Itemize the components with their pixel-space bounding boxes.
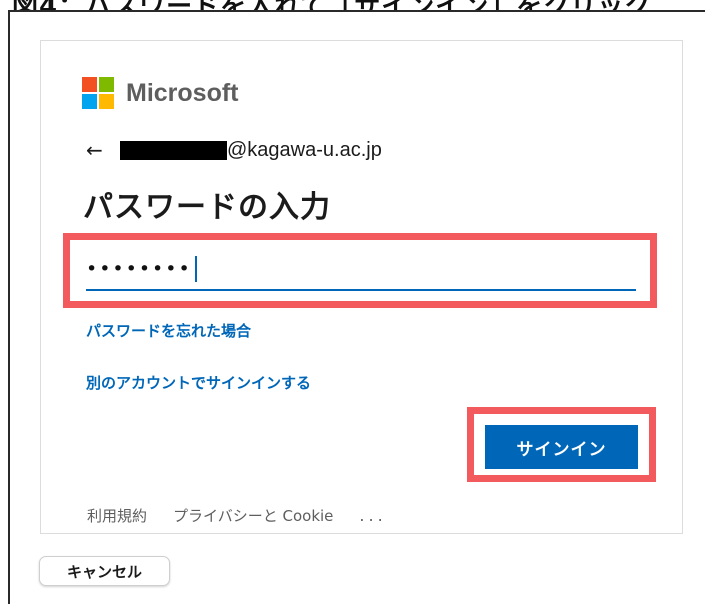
email-domain: @kagawa-u.ac.jp [227,138,382,161]
microsoft-logo-icon [82,77,114,109]
cancel-button[interactable]: キャンセル [39,556,170,586]
logo-square-blue [82,94,97,109]
forgot-password-link[interactable]: パスワードを忘れた場合 [86,320,251,341]
page-title: パスワードの入力 [83,190,331,225]
footer: 利用規約 プライバシーと Cookie ... [87,505,387,526]
logo-square-green [99,77,114,92]
privacy-cookie-link[interactable]: プライバシーと Cookie [173,505,333,526]
microsoft-logo: Microsoft [82,77,239,109]
account-identity: ← @kagawa-u.ac.jp [86,137,382,163]
other-account-link[interactable]: 別のアカウントでサインインする [86,372,311,393]
logo-square-red [82,77,97,92]
brand-name: Microsoft [126,78,239,107]
signin-button[interactable]: サインイン [485,425,638,469]
back-arrow-icon[interactable]: ← [86,138,120,162]
page: 図4：パスワードを入れて「サインイン」をクリック Microsoft ← @ka… [0,0,705,604]
redacted-username [120,140,227,160]
password-input[interactable]: •••••••• [86,249,636,291]
more-options-icon[interactable]: ... [359,506,386,525]
text-caret [194,256,197,282]
terms-link[interactable]: 利用規約 [87,505,147,526]
password-masked-value: •••••••• [86,258,192,280]
logo-square-yellow [99,94,114,109]
